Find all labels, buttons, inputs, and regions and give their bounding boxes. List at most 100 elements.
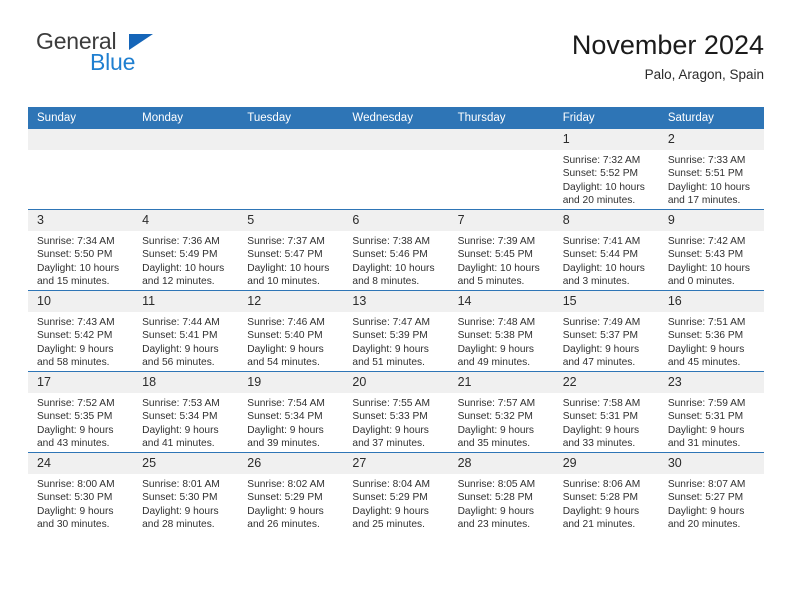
- day-sun-info: Sunrise: 7:48 AM Sunset: 5:38 PM Daylight:…: [449, 312, 554, 370]
- calendar-day-cell[interactable]: 11 Sunrise: 7:44 AM Sunset: 5:41 PM Dayligh…: [133, 290, 239, 372]
- calendar-day-cell[interactable]: 22 Sunrise: 7:58 AM Sunset: 5:31 PM Dayligh…: [553, 371, 659, 453]
- calendar-day-cell[interactable]: 1 Sunrise: 7:32 AM Sunset: 5:52 PM Daylight…: [553, 129, 659, 210]
- calendar-day-cell[interactable]: 26 Sunrise: 8:02 AM Sunset: 5:29 PM Dayligh…: [238, 452, 344, 533]
- calendar-day-cell[interactable]: 17 Sunrise: 7:52 AM Sunset: 5:35 PM Dayligh…: [28, 371, 134, 453]
- calendar-week-row: 3 Sunrise: 7:34 AM Sunset: 5:50 PM Daylight…: [28, 209, 764, 291]
- calendar-day-cell[interactable]: 8 Sunrise: 7:41 AM Sunset: 5:44 PM Daylight…: [553, 209, 659, 291]
- calendar-day-cell[interactable]: 18 Sunrise: 7:53 AM Sunset: 5:34 PM Dayligh…: [133, 371, 239, 453]
- day-number: 10: [28, 291, 134, 312]
- calendar-day-cell[interactable]: 30 Sunrise: 8:07 AM Sunset: 5:27 PM Dayligh…: [658, 452, 764, 533]
- day-number: 17: [28, 372, 134, 393]
- calendar-day-cell[interactable]: 7 Sunrise: 7:39 AM Sunset: 5:45 PM Daylight…: [448, 209, 554, 291]
- daylight-text-line1: Daylight: 9 hours: [142, 505, 219, 517]
- day-sun-info: Sunrise: 7:53 AM Sunset: 5:34 PM Daylight:…: [133, 393, 238, 451]
- weekday-header-sunday: Sunday: [28, 107, 134, 129]
- daylight-text-line2: and 20 minutes.: [667, 519, 741, 531]
- daylight-text-line1: Daylight: 9 hours: [667, 505, 745, 517]
- calendar-day-cell[interactable]: 28 Sunrise: 8:05 AM Sunset: 5:28 PM Dayligh…: [448, 452, 554, 533]
- calendar-day-cell[interactable]: 25 Sunrise: 8:01 AM Sunset: 5:30 PM Dayligh…: [133, 452, 239, 533]
- day-number: [238, 129, 344, 150]
- calendar-day-cell[interactable]: 4 Sunrise: 7:36 AM Sunset: 5:49 PM Daylight…: [133, 209, 239, 291]
- calendar-day-cell-empty: [448, 129, 554, 210]
- day-number: 9: [658, 210, 764, 231]
- daylight-text-line2: and 54 minutes.: [247, 357, 320, 369]
- calendar-day-cell[interactable]: 12 Sunrise: 7:46 AM Sunset: 5:40 PM Dayligh…: [238, 290, 344, 372]
- day-sun-info: Sunrise: 7:59 AM Sunset: 5:31 PM Daylight:…: [659, 393, 764, 451]
- sunset-text: Sunset: 5:30 PM: [37, 492, 113, 504]
- sunset-text: Sunset: 5:35 PM: [37, 411, 113, 423]
- calendar-day-cell[interactable]: 14 Sunrise: 7:48 AM Sunset: 5:38 PM Dayligh…: [448, 290, 554, 372]
- day-number: 27: [343, 453, 449, 474]
- daylight-text-line2: and 28 minutes.: [142, 519, 215, 531]
- calendar-day-cell[interactable]: 6 Sunrise: 7:38 AM Sunset: 5:46 PM Daylight…: [343, 209, 449, 291]
- daylight-text-line1: Daylight: 9 hours: [142, 343, 219, 355]
- day-number: 7: [448, 210, 554, 231]
- calendar-day-cell[interactable]: 15 Sunrise: 7:49 AM Sunset: 5:37 PM Dayligh…: [553, 290, 659, 372]
- day-number: [28, 129, 134, 150]
- daylight-text-line2: and 56 minutes.: [142, 357, 215, 369]
- calendar-day-cell[interactable]: 29 Sunrise: 8:06 AM Sunset: 5:28 PM Dayligh…: [553, 452, 659, 533]
- sunset-text: Sunset: 5:34 PM: [247, 411, 323, 423]
- daylight-text-line2: and 30 minutes.: [37, 519, 110, 531]
- page-header: General Blue November 2024 Palo, Aragon,…: [28, 0, 764, 98]
- day-sun-info: Sunrise: 7:38 AM Sunset: 5:46 PM Daylight:…: [343, 231, 448, 289]
- day-sun-info: Sunrise: 8:02 AM Sunset: 5:29 PM Daylight:…: [238, 474, 343, 532]
- sunrise-text: Sunrise: 7:34 AM: [37, 236, 115, 247]
- daylight-text-line1: Daylight: 10 hours: [562, 181, 645, 193]
- calendar-day-cell[interactable]: 21 Sunrise: 7:57 AM Sunset: 5:32 PM Dayligh…: [448, 371, 554, 453]
- calendar-day-cell[interactable]: 5 Sunrise: 7:37 AM Sunset: 5:47 PM Daylight…: [238, 209, 344, 291]
- day-sun-info: Sunrise: 7:47 AM Sunset: 5:39 PM Daylight:…: [343, 312, 448, 370]
- daylight-text-line2: and 8 minutes.: [352, 276, 420, 288]
- calendar-day-cell[interactable]: 10 Sunrise: 7:43 AM Sunset: 5:42 PM Dayligh…: [28, 290, 134, 372]
- daylight-text-line2: and 21 minutes.: [562, 519, 636, 531]
- daylight-text-line2: and 39 minutes.: [247, 438, 320, 450]
- day-sun-info: Sunrise: 7:52 AM Sunset: 5:35 PM Daylight:…: [28, 393, 133, 451]
- sunrise-text: Sunrise: 7:51 AM: [667, 317, 746, 328]
- day-sun-info: Sunrise: 7:39 AM Sunset: 5:45 PM Daylight:…: [449, 231, 554, 289]
- calendar-day-cell[interactable]: 27 Sunrise: 8:04 AM Sunset: 5:29 PM Dayligh…: [343, 452, 449, 533]
- calendar-day-cell[interactable]: 19 Sunrise: 7:54 AM Sunset: 5:34 PM Dayligh…: [238, 371, 344, 453]
- day-sun-info: Sunrise: 7:49 AM Sunset: 5:37 PM Daylight:…: [554, 312, 659, 370]
- calendar-day-cell[interactable]: 16 Sunrise: 7:51 AM Sunset: 5:36 PM Dayligh…: [658, 290, 764, 372]
- daylight-text-line1: Daylight: 9 hours: [352, 343, 429, 355]
- sunset-text: Sunset: 5:39 PM: [352, 330, 428, 342]
- calendar-day-cell-empty: [343, 129, 449, 210]
- sunrise-text: Sunrise: 8:04 AM: [352, 479, 431, 490]
- daylight-text-line2: and 10 minutes.: [247, 276, 320, 288]
- location-subtitle: Palo, Aragon, Spain: [644, 67, 764, 83]
- day-number: 4: [133, 210, 239, 231]
- daylight-text-line2: and 3 minutes.: [562, 276, 630, 288]
- daylight-text-line1: Daylight: 9 hours: [247, 505, 324, 517]
- day-number: 3: [28, 210, 134, 231]
- daylight-text-line1: Daylight: 9 hours: [142, 424, 219, 436]
- day-sun-info: Sunrise: 8:07 AM Sunset: 5:27 PM Daylight:…: [659, 474, 764, 532]
- calendar-day-cell[interactable]: 20 Sunrise: 7:55 AM Sunset: 5:33 PM Dayligh…: [343, 371, 449, 453]
- calendar-day-cell[interactable]: 23 Sunrise: 7:59 AM Sunset: 5:31 PM Dayligh…: [658, 371, 764, 453]
- day-sun-info: Sunrise: 7:32 AM Sunset: 5:52 PM Daylight:…: [554, 150, 659, 208]
- brand-triangle-icon: [129, 34, 153, 50]
- daylight-text-line2: and 45 minutes.: [667, 357, 741, 369]
- calendar-day-cell[interactable]: 9 Sunrise: 7:42 AM Sunset: 5:43 PM Daylight…: [658, 209, 764, 291]
- calendar-day-cell[interactable]: 2 Sunrise: 7:33 AM Sunset: 5:51 PM Daylight…: [658, 129, 764, 210]
- sunset-text: Sunset: 5:27 PM: [667, 492, 744, 504]
- day-sun-info: Sunrise: 8:05 AM Sunset: 5:28 PM Daylight:…: [449, 474, 554, 532]
- day-sun-info: Sunrise: 7:36 AM Sunset: 5:49 PM Daylight:…: [133, 231, 238, 289]
- day-sun-info: Sunrise: 8:06 AM Sunset: 5:28 PM Daylight:…: [554, 474, 659, 532]
- sunrise-text: Sunrise: 7:41 AM: [562, 236, 641, 247]
- daylight-text-line1: Daylight: 10 hours: [562, 262, 645, 274]
- sunrise-text: Sunrise: 7:42 AM: [667, 236, 746, 247]
- day-number: 23: [658, 372, 764, 393]
- calendar-day-cell[interactable]: 3 Sunrise: 7:34 AM Sunset: 5:50 PM Daylight…: [28, 209, 134, 291]
- calendar-page: General Blue November 2024 Palo, Aragon,…: [0, 0, 792, 612]
- brand-logo[interactable]: General Blue: [28, 28, 158, 82]
- calendar-header-row: Sunday Monday Tuesday Wednesday Thursday…: [28, 107, 764, 129]
- calendar-day-cell[interactable]: 24 Sunrise: 8:00 AM Sunset: 5:30 PM Dayligh…: [28, 452, 134, 533]
- day-number: [133, 129, 239, 150]
- day-number: 8: [553, 210, 659, 231]
- sunrise-text: Sunrise: 7:52 AM: [37, 398, 115, 409]
- day-sun-info: Sunrise: 7:54 AM Sunset: 5:34 PM Daylight:…: [238, 393, 343, 451]
- calendar-day-cell-empty: [238, 129, 344, 210]
- day-number: 30: [658, 453, 764, 474]
- daylight-text-line2: and 58 minutes.: [37, 357, 110, 369]
- calendar-day-cell[interactable]: 13 Sunrise: 7:47 AM Sunset: 5:39 PM Dayligh…: [343, 290, 449, 372]
